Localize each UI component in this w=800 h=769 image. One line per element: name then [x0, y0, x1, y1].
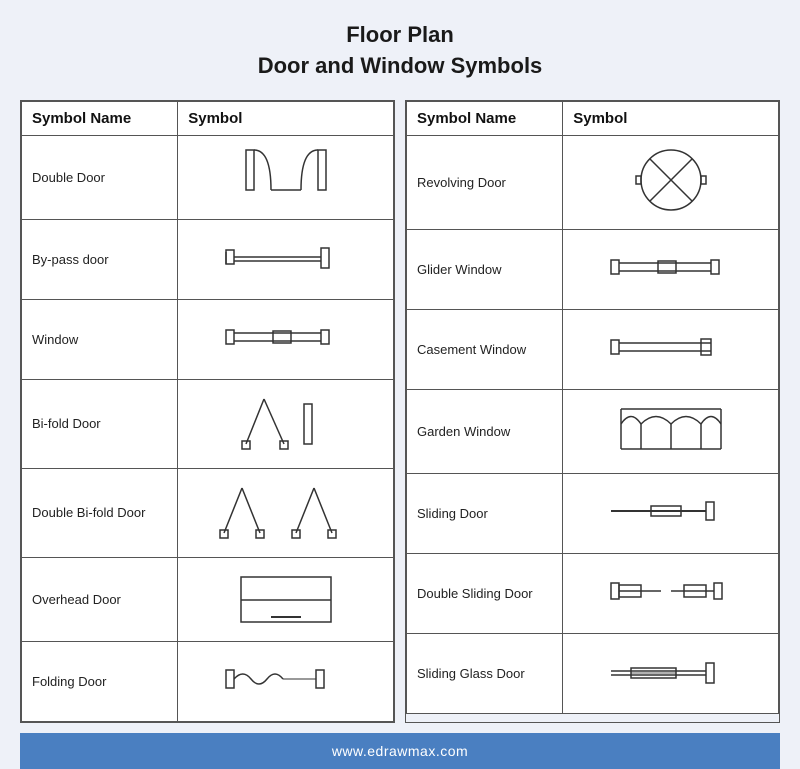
double-door-symbol	[231, 140, 341, 210]
bypass-door-symbol	[221, 232, 351, 282]
row-name: Double Door	[22, 135, 178, 219]
table-row: Sliding Glass Door	[407, 633, 779, 713]
left-col1-header: Symbol Name	[22, 101, 178, 135]
row-symbol	[178, 135, 394, 219]
table-row: Double Bi-fold Door	[22, 468, 394, 557]
row-name: Sliding Glass Door	[407, 633, 563, 713]
table-row: Double Door	[22, 135, 394, 219]
sliding-door-symbol	[606, 486, 736, 536]
bifold-door-symbol	[226, 384, 346, 459]
table-row: Garden Window	[407, 389, 779, 473]
row-name: Sliding Door	[407, 473, 563, 553]
right-col2-header: Symbol	[563, 101, 779, 135]
table-row: Folding Door	[22, 641, 394, 721]
row-name: Overhead Door	[22, 557, 178, 641]
row-symbol	[178, 379, 394, 468]
row-name: Revolving Door	[407, 135, 563, 229]
row-symbol	[563, 553, 779, 633]
row-symbol	[563, 633, 779, 713]
table-row: By-pass door	[22, 219, 394, 299]
overhead-door-symbol	[226, 562, 346, 632]
table-row: Glider Window	[407, 229, 779, 309]
row-symbol	[563, 229, 779, 309]
footer: www.edrawmax.com	[20, 733, 780, 769]
title-line2: Door and Window Symbols	[258, 53, 543, 78]
row-symbol	[178, 299, 394, 379]
folding-door-symbol	[221, 654, 351, 704]
casement-window-symbol	[606, 324, 736, 369]
window-symbol	[221, 314, 351, 359]
row-name: Window	[22, 299, 178, 379]
row-symbol	[178, 468, 394, 557]
tables-container: Symbol Name Symbol Double Door	[20, 100, 780, 723]
right-table-wrap: Symbol Name Symbol Revolving Door	[405, 100, 780, 723]
footer-url: www.edrawmax.com	[332, 743, 468, 759]
table-row: Casement Window	[407, 309, 779, 389]
sliding-glass-door-symbol	[606, 646, 736, 696]
row-name: Folding Door	[22, 641, 178, 721]
row-symbol	[563, 309, 779, 389]
row-name: Casement Window	[407, 309, 563, 389]
row-symbol	[178, 641, 394, 721]
row-symbol	[563, 135, 779, 229]
row-symbol	[178, 219, 394, 299]
right-col1-header: Symbol Name	[407, 101, 563, 135]
table-row: Revolving Door	[407, 135, 779, 229]
row-name: By-pass door	[22, 219, 178, 299]
row-name: Glider Window	[407, 229, 563, 309]
left-table: Symbol Name Symbol Double Door	[21, 101, 394, 722]
table-row: Bi-fold Door	[22, 379, 394, 468]
row-symbol	[563, 389, 779, 473]
left-col2-header: Symbol	[178, 101, 394, 135]
garden-window-symbol	[606, 394, 736, 464]
table-row: Overhead Door	[22, 557, 394, 641]
title-block: Floor Plan Door and Window Symbols	[258, 20, 543, 82]
row-name: Double Sliding Door	[407, 553, 563, 633]
revolving-door-symbol	[611, 140, 731, 220]
row-name: Garden Window	[407, 389, 563, 473]
double-sliding-door-symbol	[606, 566, 736, 616]
row-name: Double Bi-fold Door	[22, 468, 178, 557]
double-bifold-door-symbol	[216, 473, 356, 548]
left-table-wrap: Symbol Name Symbol Double Door	[20, 100, 395, 723]
table-row: Sliding Door	[407, 473, 779, 553]
row-symbol	[563, 473, 779, 553]
glider-window-symbol	[606, 244, 736, 289]
title-line1: Floor Plan	[346, 22, 454, 47]
table-row: Double Sliding Door	[407, 553, 779, 633]
right-table: Symbol Name Symbol Revolving Door	[406, 101, 779, 714]
table-row: Window	[22, 299, 394, 379]
row-symbol	[178, 557, 394, 641]
row-name: Bi-fold Door	[22, 379, 178, 468]
